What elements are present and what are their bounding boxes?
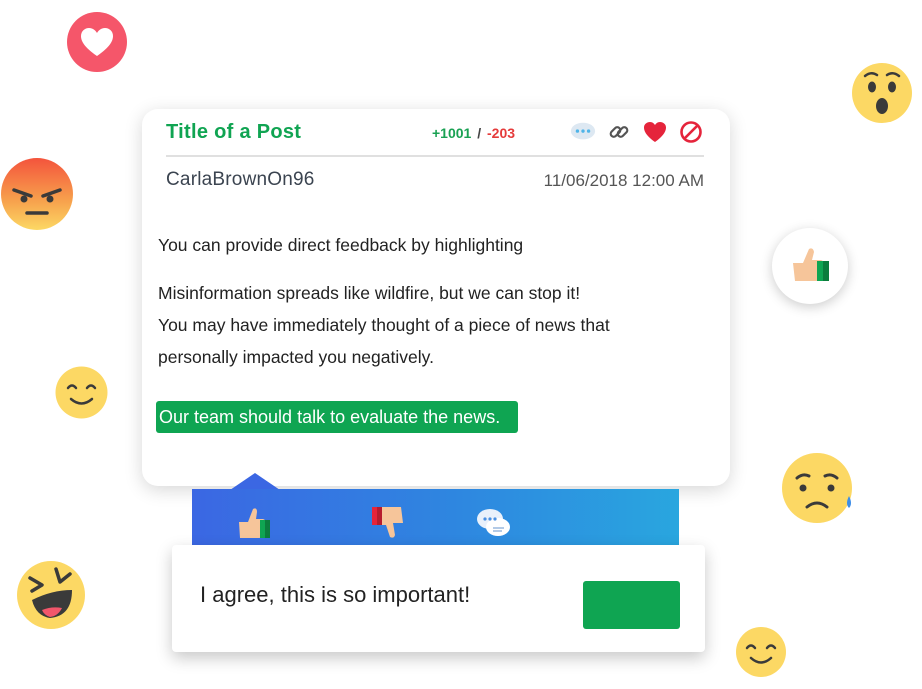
post-actions: [570, 119, 704, 145]
comment-input[interactable]: [200, 575, 570, 615]
post-paragraph-line: personally impacted you negatively.: [158, 347, 434, 367]
post-paragraph-line: Misinformation spreads like wildfire, bu…: [158, 283, 581, 303]
smile-emoji-icon: [735, 626, 787, 678]
reaction-bar-pointer: [230, 473, 280, 490]
block-icon[interactable]: [678, 119, 704, 145]
surprised-emoji-icon: [851, 62, 913, 124]
submit-comment-button[interactable]: [583, 581, 680, 629]
laughing-emoji-icon: [16, 560, 86, 630]
thumbs-down-icon[interactable]: [368, 503, 408, 543]
sad-tear-emoji-icon: [781, 452, 857, 524]
post-meta: CarlaBrownOn96 11/06/2018 12:00 AM: [166, 169, 704, 195]
upvote-count: +1001: [432, 125, 472, 141]
thumbs-up-icon: [789, 245, 831, 288]
post-header: Title of a Post +1001 / -203: [166, 109, 704, 157]
link-icon[interactable]: [606, 119, 632, 145]
thumbs-up-icon[interactable]: [234, 503, 274, 543]
angry-emoji-icon: [0, 157, 74, 231]
comment-bubble-icon[interactable]: [570, 119, 596, 145]
post-paragraph-line: You may have immediately thought of a pi…: [158, 315, 610, 335]
post-title: Title of a Post: [166, 121, 302, 143]
post-paragraph: You can provide direct feedback by highl…: [158, 235, 524, 255]
vote-separator: /: [477, 125, 482, 141]
floating-thumbs-up-bubble: [772, 228, 848, 304]
heart-emoji-icon: [66, 11, 128, 73]
highlighted-text[interactable]: Our team should talk to evaluate the new…: [156, 401, 519, 433]
author-name[interactable]: CarlaBrownOn96: [166, 169, 315, 191]
chat-bubbles-icon[interactable]: [474, 503, 514, 543]
post-timestamp: 11/06/2018 12:00 AM: [543, 171, 704, 190]
heart-icon[interactable]: [642, 119, 668, 145]
vote-count: +1001 / -203: [432, 125, 515, 141]
smile-emoji-icon: [55, 366, 108, 419]
post-body: You can provide direct feedback by highl…: [158, 229, 706, 373]
comment-box: [172, 545, 705, 652]
post-card: Title of a Post +1001 / -203 CarlaBrownO…: [142, 109, 730, 486]
downvote-count: -203: [487, 125, 516, 141]
